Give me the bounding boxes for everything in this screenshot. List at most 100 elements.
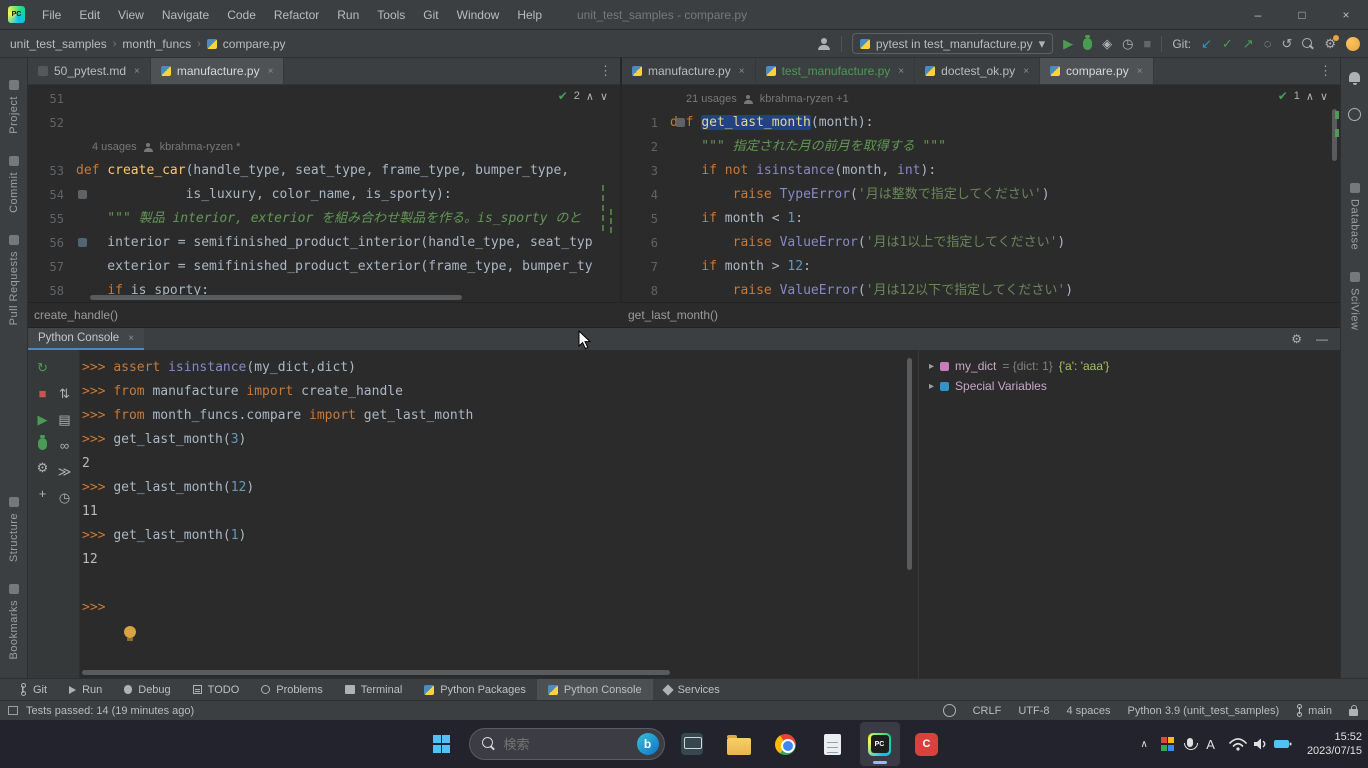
new-console-icon[interactable]: + (39, 486, 47, 502)
rollback-button[interactable]: ↺ (1281, 37, 1292, 50)
gutter-icon[interactable] (78, 190, 87, 199)
intention-bulb-icon[interactable] (124, 626, 136, 638)
breadcrumb-item[interactable]: unit_test_samples (10, 37, 107, 51)
tab-options-icon[interactable]: ⋮ (591, 63, 620, 79)
hide-panel-icon[interactable]: — (1316, 332, 1328, 346)
tab-options-icon[interactable]: ⋮ (1311, 63, 1340, 79)
github-copilot-icon[interactable] (1348, 108, 1361, 121)
tab-close-icon[interactable]: × (1137, 66, 1143, 77)
network-volume-battery-icons[interactable] (1228, 735, 1294, 753)
menu-window[interactable]: Window (448, 0, 509, 30)
tab-close-icon[interactable]: × (739, 66, 745, 77)
stripe-database[interactable]: Database (1349, 183, 1361, 250)
console-tab[interactable]: Python Console × (28, 328, 144, 350)
copilot-status-icon[interactable] (943, 704, 956, 717)
tab-close-icon[interactable]: × (898, 66, 904, 77)
tab-manufacture.py[interactable]: manufacture.py× (622, 58, 756, 84)
taskbar-app-chrome[interactable] (766, 722, 806, 766)
taskbar-app-desktop[interactable] (672, 722, 712, 766)
taskbar-app-explorer[interactable] (719, 722, 759, 766)
menu-run[interactable]: Run (328, 0, 368, 30)
stripe-structure[interactable]: Structure (8, 497, 20, 562)
vertical-scrollbar[interactable] (907, 358, 912, 570)
console-settings-icon[interactable]: ⚙ (37, 460, 49, 476)
stripe-commit[interactable]: Commit (8, 156, 20, 213)
toolwindow-debug[interactable]: Debug (113, 679, 181, 700)
toolwindow-git[interactable]: Git (8, 679, 58, 700)
toolwindow-run[interactable]: Run (58, 679, 113, 700)
inspections-widget[interactable]: ✔ 2 ∧ ∨ (558, 89, 608, 103)
tab-test_manufacture.py[interactable]: test_manufacture.py× (756, 58, 916, 84)
widgets-icon[interactable] (1161, 737, 1175, 751)
indent-indicator[interactable]: 4 spaces (1066, 705, 1110, 717)
notifications-icon[interactable] (1349, 72, 1360, 82)
menu-code[interactable]: Code (218, 0, 265, 30)
left-editor[interactable]: 51524 usageskbrahma-ryzen *53def create_… (28, 85, 620, 302)
next-problem-icon[interactable]: ∨ (1320, 90, 1328, 103)
menu-git[interactable]: Git (414, 0, 447, 30)
user-icon[interactable] (817, 37, 831, 51)
taskbar-app-notepad[interactable] (813, 722, 853, 766)
soft-wrap-icon[interactable]: ⇅ (59, 386, 70, 402)
tray-expand-icon[interactable]: ∧ (1140, 739, 1147, 750)
horizontal-scrollbar[interactable] (90, 295, 462, 300)
line-ending-indicator[interactable]: CRLF (973, 705, 1002, 717)
copilot-icon[interactable] (1346, 37, 1360, 51)
tab-close-icon[interactable]: × (128, 333, 134, 344)
toolwindow-problems[interactable]: Problems (250, 679, 333, 700)
run-button[interactable]: ▶ (1063, 37, 1073, 50)
usages-hint[interactable]: 4 usages (92, 141, 137, 153)
git-update-button[interactable]: ↙ (1201, 37, 1212, 50)
usages-hint[interactable]: 21 usages (686, 93, 737, 105)
prev-problem-icon[interactable]: ∧ (586, 90, 594, 103)
tab-close-icon[interactable]: × (1023, 66, 1029, 77)
rerun-icon[interactable]: ↻ (37, 360, 48, 376)
next-problem-icon[interactable]: ∨ (600, 90, 608, 103)
print-icon[interactable]: ▤ (58, 412, 70, 428)
scroll-to-end-icon[interactable]: ≫ (58, 464, 72, 480)
menu-tools[interactable]: Tools (368, 0, 414, 30)
tab-compare.py[interactable]: compare.py× (1040, 58, 1154, 84)
toolwindow-services[interactable]: Services (653, 679, 731, 700)
run-configuration-select[interactable]: pytest in test_manufacture.py ▾ (852, 33, 1053, 54)
git-history-button[interactable]: ◌ (1264, 37, 1272, 50)
maximize-button[interactable]: □ (1280, 0, 1324, 30)
tab-doctest_ok.py[interactable]: doctest_ok.py× (915, 58, 1040, 84)
debug-button[interactable] (1083, 38, 1092, 50)
search-everywhere-icon[interactable] (1302, 38, 1314, 50)
stop-icon[interactable]: ■ (39, 386, 47, 402)
tab-manufacture.py[interactable]: manufacture.py× (151, 58, 285, 84)
author-hint[interactable]: kbrahma-ryzen * (160, 141, 241, 153)
inspections-widget[interactable]: ✔ 1 ∧ ∨ (1278, 89, 1328, 103)
start-button[interactable] (422, 722, 462, 766)
horizontal-scrollbar[interactable] (82, 670, 670, 675)
variables-view-icon[interactable]: ∞ (60, 438, 69, 454)
right-editor-context[interactable]: get_last_month() (628, 308, 718, 322)
coverage-button[interactable]: ◈ (1102, 37, 1112, 50)
console-output[interactable]: >>> assert isinstance(my_dict,dict)>>> f… (80, 350, 918, 678)
breadcrumb-item[interactable]: month_funcs (122, 37, 191, 51)
taskbar-app-pycharm[interactable] (860, 722, 900, 766)
author-hint[interactable]: kbrahma-ryzen +1 (760, 93, 849, 105)
taskbar-app-c[interactable]: C (907, 722, 947, 766)
prev-problem-icon[interactable]: ∧ (1306, 90, 1314, 103)
status-message[interactable]: Tests passed: 14 (19 minutes ago) (26, 705, 194, 717)
interpreter-indicator[interactable]: Python 3.9 (unit_test_samples) (1128, 705, 1280, 717)
stop-button[interactable]: ■ (1143, 37, 1151, 50)
gutter-icon[interactable] (78, 238, 87, 247)
tree-chevron-icon[interactable]: ▸ (929, 361, 934, 372)
toolwindow-todo[interactable]: TODO (182, 679, 251, 700)
left-editor-context[interactable]: create_handle() (34, 308, 118, 322)
taskbar-clock[interactable]: 15:52 2023/07/15 (1307, 730, 1362, 758)
menu-help[interactable]: Help (508, 0, 551, 30)
tab-close-icon[interactable]: × (134, 66, 140, 77)
history-icon[interactable]: ◷ (59, 490, 70, 506)
menu-file[interactable]: File (33, 0, 70, 30)
profiler-button[interactable]: ◷ (1122, 37, 1133, 50)
right-editor[interactable]: 21 usageskbrahma-ryzen +11def get_last_m… (622, 85, 1340, 302)
settings-gear-icon[interactable]: ⚙ (1324, 37, 1336, 50)
variable-row[interactable]: ▸Special Variables (919, 376, 1340, 396)
stripe-bookmarks[interactable]: Bookmarks (8, 584, 20, 660)
breadcrumb-item[interactable]: compare.py (223, 37, 286, 51)
close-button[interactable]: × (1324, 0, 1368, 30)
